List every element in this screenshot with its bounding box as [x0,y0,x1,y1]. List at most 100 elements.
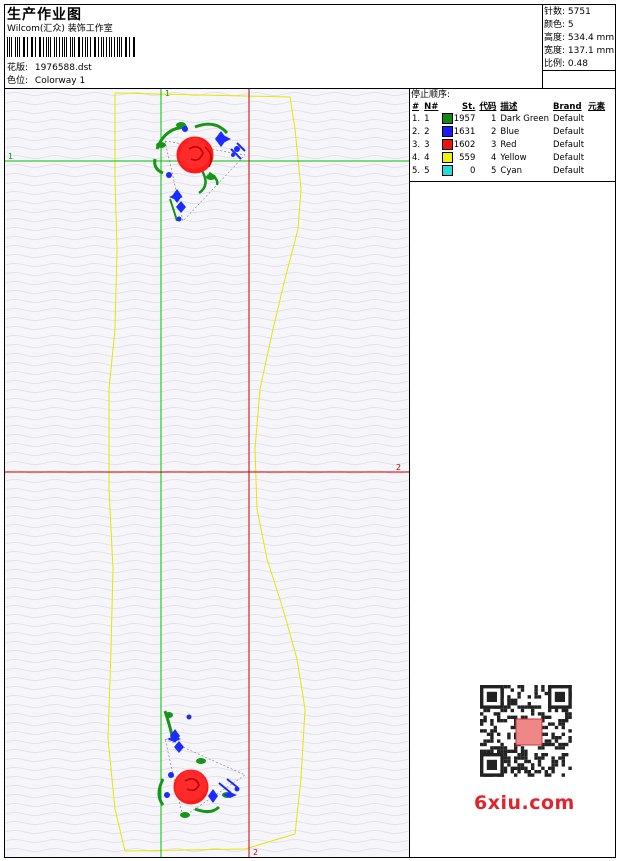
qr-module [524,753,528,757]
qr-module [544,773,548,777]
column-header: # [412,102,420,112]
qr-module [544,742,548,747]
column-header: 代码 [479,102,497,112]
qr-module [561,722,565,726]
qr-module [544,753,548,757]
qr-module [568,715,572,719]
qr-module [565,712,569,716]
row-number: 5. [412,166,421,176]
barcode-bar [40,37,41,57]
qr-module [561,746,565,750]
needle-number: 5 [424,166,430,176]
qr-module [503,770,508,774]
qr-module [507,705,511,709]
qr-module [507,695,511,699]
qr-module [514,749,518,753]
qr-module [524,756,528,760]
qr-module [510,708,514,713]
qr-module [507,763,511,767]
qr-module [561,759,565,764]
qr-module [497,712,501,716]
qr-module [483,742,487,747]
qr-module [514,773,518,777]
qr-module [551,756,555,760]
qr-code-image [480,685,572,777]
column-header: N# [424,102,439,112]
design-preview: 1 1 2 2 [5,89,409,857]
barcode-bar [32,37,34,57]
qr-module [520,756,525,760]
qr-module [558,746,562,750]
qr-module [514,715,518,719]
qr-module [565,742,569,747]
qr-module [510,770,514,774]
qr-module [507,715,511,719]
qr-module [554,736,559,740]
qr-module [517,691,521,696]
qr-module [551,763,555,767]
column-header: 描述 [500,102,518,112]
barcode-bar [26,37,28,57]
qr-module [520,753,525,757]
qr-module [561,708,565,713]
color-swatch [442,126,454,137]
qr-module [541,688,545,692]
qr-module [480,712,484,716]
qr-module [548,773,552,777]
qr-module [500,708,504,713]
qr-module [548,766,552,770]
qr-module [548,708,552,713]
qr-module [490,722,494,726]
qr-module [517,705,521,709]
element-cell [586,165,607,178]
qr-finder [554,691,565,702]
stitch-count: 559 [440,152,477,165]
qr-module [551,766,555,770]
qr-module [507,698,511,702]
barcode-bar [108,37,111,57]
stat-height: 高度: 534.4 mm [544,33,615,43]
element-cell [586,152,607,165]
needle-number: 4 [424,153,430,163]
guide-label-red-v: 2 [253,848,258,857]
qr-module [517,695,521,699]
table-row: 4. 4 559 4 Yellow Default [410,152,607,165]
barcode-bar [117,37,118,57]
qr-module [554,759,559,764]
qr-module [551,770,555,774]
barcode-bar [102,37,104,57]
qr-module [503,766,508,770]
qr-module [544,739,548,743]
qr-module [561,773,565,777]
stitch-count: 1631 [440,126,477,139]
qr-module [551,742,555,747]
qr-module [548,742,552,747]
qr-module [480,722,484,726]
stop-sequence-panel: 停止顺序: # N# St. 代码 描述 Brand 元素 1. 1 1957 1 Da… [410,89,615,178]
qr-module [486,739,491,743]
design-file-row: 花版: 1976588.dst [7,62,92,74]
qr-module [510,715,514,719]
qr-module [568,729,572,733]
qr-module [568,712,572,716]
qr-module [503,753,508,757]
qr-module [507,756,511,760]
qr-module [527,759,531,764]
qr-module [510,702,514,706]
qr-module [548,715,552,719]
qr-module [541,766,545,770]
company-name: Wilcom(汇众) 装饰工作室 [7,24,113,34]
qr-module [514,756,518,760]
stitch-count: 1957 [440,113,477,126]
qr-module [483,719,487,723]
color-code: 2 [490,127,497,137]
qr-module [493,725,497,730]
qr-module [541,756,545,760]
qr-module [520,705,525,709]
qr-module [497,719,501,723]
qr-module [480,729,484,733]
qr-module [507,759,511,764]
qr-module [537,770,542,774]
qr-module [558,736,562,740]
qr-module [537,763,542,767]
